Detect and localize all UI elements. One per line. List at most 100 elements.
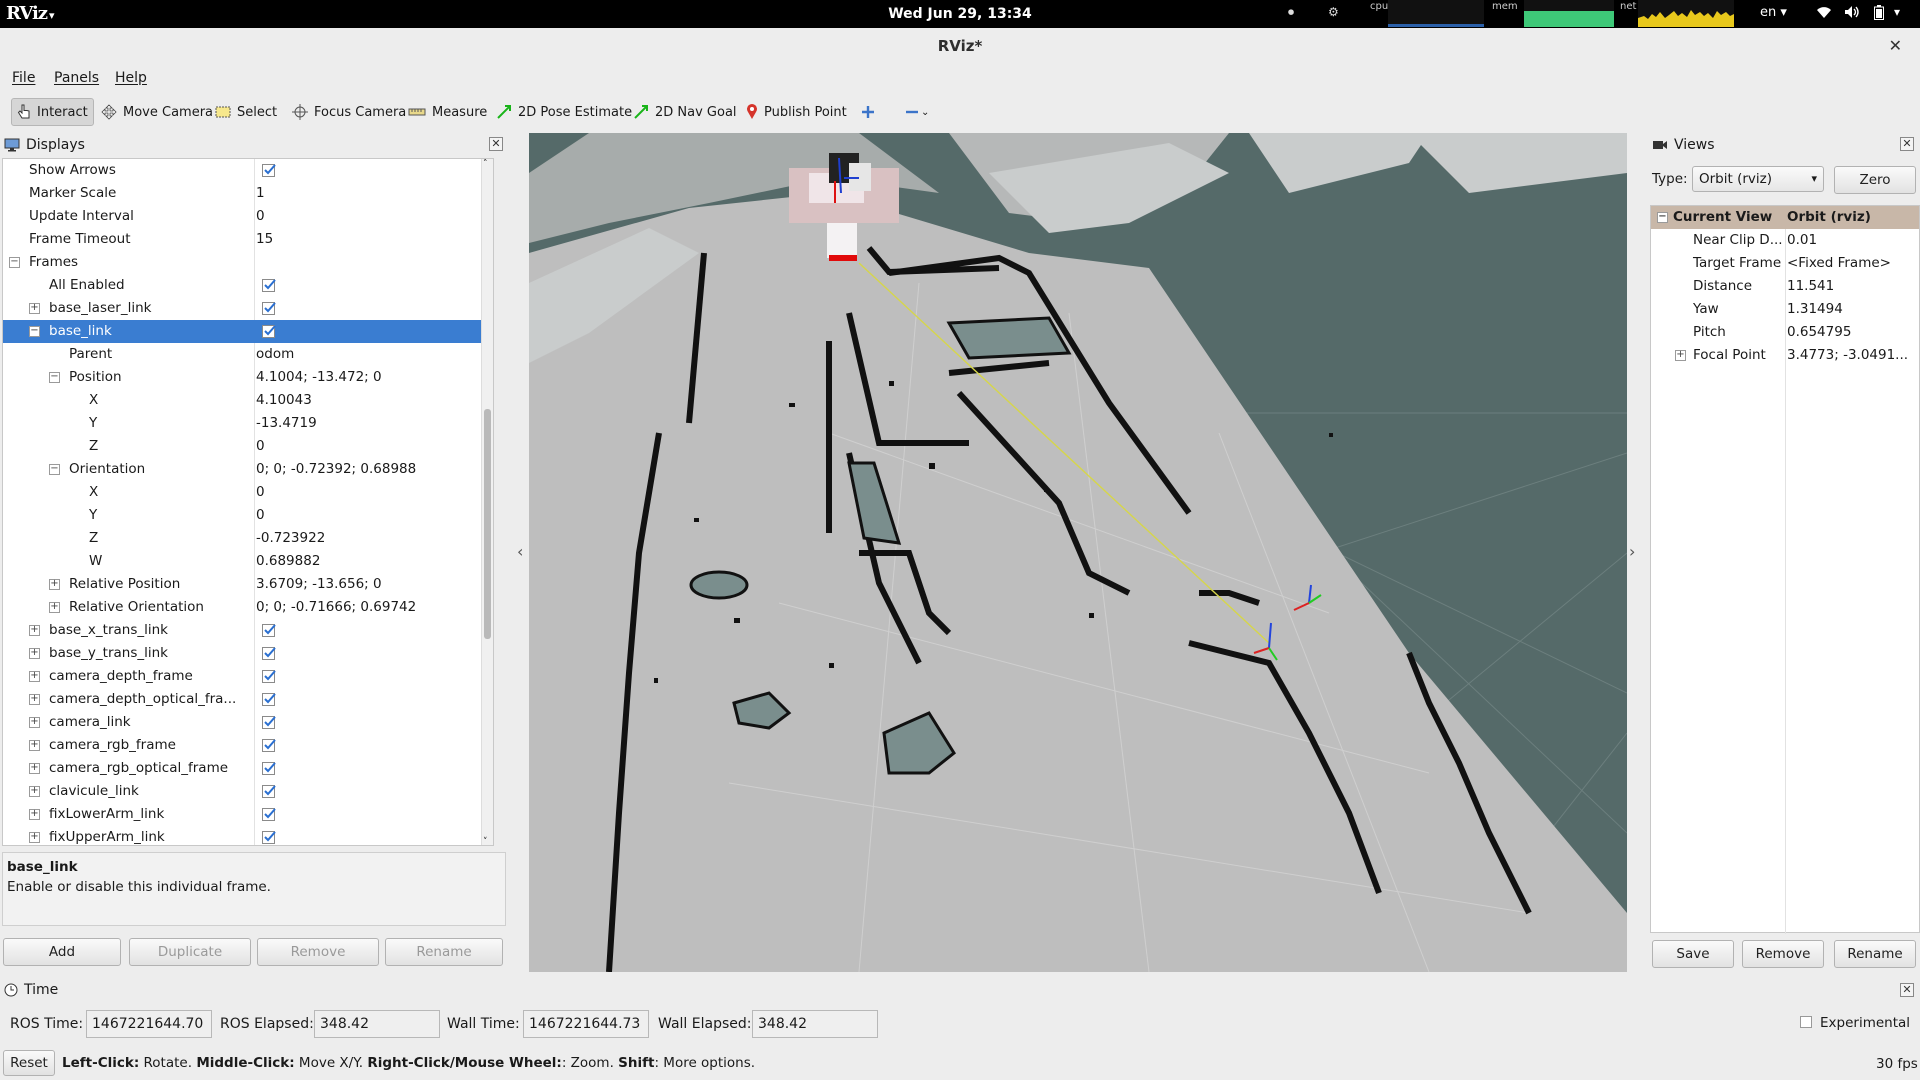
- displays-tree[interactable]: Show Arrows Marker Scale 1 Update Interval 0…: [2, 158, 494, 846]
- checkbox-checked-icon[interactable]: [262, 278, 277, 292]
- expand-icon[interactable]: +: [29, 832, 40, 843]
- display-row[interactable]: Show Arrows: [3, 159, 493, 182]
- display-row[interactable]: Y -13.4719: [3, 412, 493, 435]
- collapse-left-arrow[interactable]: ‹: [517, 542, 523, 561]
- checkbox-checked-icon[interactable]: [262, 163, 277, 177]
- focus-camera-tool-button[interactable]: Focus Camera: [287, 98, 411, 126]
- display-row[interactable]: + camera_rgb_optical_frame: [3, 757, 493, 780]
- net-graph[interactable]: [1638, 0, 1734, 27]
- expand-icon[interactable]: +: [29, 625, 40, 636]
- display-row[interactable]: X 4.10043: [3, 389, 493, 412]
- rename-display-button[interactable]: Rename: [385, 938, 503, 966]
- collapse-icon[interactable]: −: [49, 464, 60, 475]
- display-row[interactable]: Update Interval 0: [3, 205, 493, 228]
- battery-icon[interactable]: [1874, 5, 1884, 23]
- menu-help[interactable]: Help: [115, 70, 147, 86]
- select-tool-button[interactable]: Select: [210, 98, 282, 126]
- view-type-select[interactable]: Orbit (rviz) ▾: [1692, 166, 1824, 192]
- display-row-value[interactable]: 3.6709; -13.656; 0: [256, 573, 382, 596]
- display-row[interactable]: All Enabled: [3, 274, 493, 297]
- time-close-button[interactable]: ✕: [1900, 983, 1914, 997]
- view-property-row[interactable]: + Focal Point 3.4773; -3.0491...: [1651, 344, 1919, 367]
- views-close-button[interactable]: ✕: [1900, 137, 1914, 151]
- view-property-value[interactable]: 1.31494: [1787, 298, 1843, 321]
- display-row-value[interactable]: 0; 0; -0.71666; 0.69742: [256, 596, 416, 619]
- interact-tool-button[interactable]: Interact: [11, 98, 94, 126]
- language-indicator[interactable]: en ▾: [1760, 5, 1787, 20]
- checkbox-checked-icon[interactable]: [262, 669, 277, 683]
- wifi-icon[interactable]: [1816, 5, 1832, 22]
- display-row[interactable]: Z0: [3, 435, 493, 458]
- views-tree[interactable]: − Current View Orbit (rviz) Near Clip D.…: [1650, 205, 1920, 934]
- display-row[interactable]: + camera_link: [3, 711, 493, 734]
- expand-icon[interactable]: +: [29, 809, 40, 820]
- display-row[interactable]: W 0.689882: [3, 550, 493, 573]
- duplicate-display-button[interactable]: Duplicate: [129, 938, 251, 966]
- ros-time-field[interactable]: 1467221644.70: [86, 1010, 212, 1038]
- display-row-value[interactable]: 4.1004; -13.472; 0: [256, 366, 382, 389]
- expand-icon[interactable]: +: [1675, 350, 1686, 361]
- expand-icon[interactable]: +: [29, 786, 40, 797]
- display-row[interactable]: + camera_rgb_frame: [3, 734, 493, 757]
- rename-view-button[interactable]: Rename: [1834, 940, 1916, 968]
- publish-point-tool-button[interactable]: Publish Point: [741, 98, 852, 126]
- view-property-value[interactable]: 3.4773; -3.0491...: [1787, 344, 1908, 367]
- checkbox-checked-icon[interactable]: [262, 807, 277, 821]
- display-row[interactable]: Parent odom: [3, 343, 493, 366]
- display-row[interactable]: − Frames: [3, 251, 493, 274]
- view-property-value[interactable]: 0.654795: [1787, 321, 1851, 344]
- view-property-value[interactable]: 0.01: [1787, 229, 1817, 252]
- display-row[interactable]: Z -0.723922: [3, 527, 493, 550]
- view-property-row[interactable]: Distance 11.541: [1651, 275, 1919, 298]
- reset-button[interactable]: Reset: [3, 1050, 55, 1076]
- display-row[interactable]: + camera_depth_optical_fra...: [3, 688, 493, 711]
- view-property-value[interactable]: 11.541: [1787, 275, 1834, 298]
- view-property-row[interactable]: Target Frame <Fixed Frame>: [1651, 252, 1919, 275]
- checkbox-checked-icon[interactable]: [262, 646, 277, 660]
- wall-elapsed-field[interactable]: 348.42: [752, 1010, 878, 1038]
- display-row-value[interactable]: -0.723922: [256, 527, 325, 550]
- expand-icon[interactable]: +: [29, 671, 40, 682]
- current-view-row[interactable]: − Current View Orbit (rviz): [1651, 206, 1919, 229]
- checkbox-checked-icon[interactable]: [262, 715, 277, 729]
- expand-icon[interactable]: +: [29, 694, 40, 705]
- wall-time-field[interactable]: 1467221644.73: [523, 1010, 649, 1038]
- display-row[interactable]: + fixUpperArm_link: [3, 826, 493, 845]
- expand-icon[interactable]: +: [29, 763, 40, 774]
- display-row-value[interactable]: 0: [256, 504, 265, 527]
- display-row[interactable]: Marker Scale 1: [3, 182, 493, 205]
- stop-icon[interactable]: ⏺: [1288, 5, 1294, 20]
- checkbox-checked-icon[interactable]: [262, 324, 277, 338]
- scroll-down-icon[interactable]: ˅: [483, 837, 488, 845]
- display-row[interactable]: + base_y_trans_link: [3, 642, 493, 665]
- scroll-up-icon[interactable]: ˄: [483, 159, 488, 169]
- expand-icon[interactable]: +: [29, 717, 40, 728]
- pose-estimate-tool-button[interactable]: 2D Pose Estimate: [491, 98, 637, 126]
- checkbox-checked-icon[interactable]: [262, 784, 277, 798]
- experimental-checkbox[interactable]: [1800, 1016, 1812, 1028]
- zero-view-button[interactable]: Zero: [1834, 166, 1916, 194]
- display-row-value[interactable]: 1: [256, 182, 265, 205]
- checkbox-checked-icon[interactable]: [262, 301, 277, 315]
- display-row[interactable]: − base_link: [3, 320, 493, 343]
- display-row[interactable]: − Orientation 0; 0; -0.72392; 0.68988: [3, 458, 493, 481]
- display-row[interactable]: + camera_depth_frame: [3, 665, 493, 688]
- remove-tool-dropdown[interactable]: ⌄: [900, 98, 934, 126]
- save-view-button[interactable]: Save: [1652, 940, 1734, 968]
- display-row-value[interactable]: 0.689882: [256, 550, 320, 573]
- display-row[interactable]: Frame Timeout 15: [3, 228, 493, 251]
- add-display-button[interactable]: Add: [3, 938, 121, 966]
- collapse-icon[interactable]: −: [29, 326, 40, 337]
- view-property-value[interactable]: <Fixed Frame>: [1787, 252, 1891, 275]
- display-row-value[interactable]: 0: [256, 205, 265, 228]
- displays-scrollbar[interactable]: ˄ ˅: [481, 159, 493, 845]
- displays-close-button[interactable]: ✕: [489, 137, 503, 151]
- mem-graph[interactable]: [1524, 0, 1614, 27]
- scrollbar-thumb[interactable]: [484, 409, 491, 639]
- menu-panels[interactable]: Panels: [54, 70, 99, 86]
- nav-goal-tool-button[interactable]: 2D Nav Goal: [628, 98, 742, 126]
- add-tool-button[interactable]: [856, 98, 880, 126]
- display-row[interactable]: + fixLowerArm_link: [3, 803, 493, 826]
- collapse-icon[interactable]: −: [1657, 212, 1668, 223]
- view-property-row[interactable]: Pitch 0.654795: [1651, 321, 1919, 344]
